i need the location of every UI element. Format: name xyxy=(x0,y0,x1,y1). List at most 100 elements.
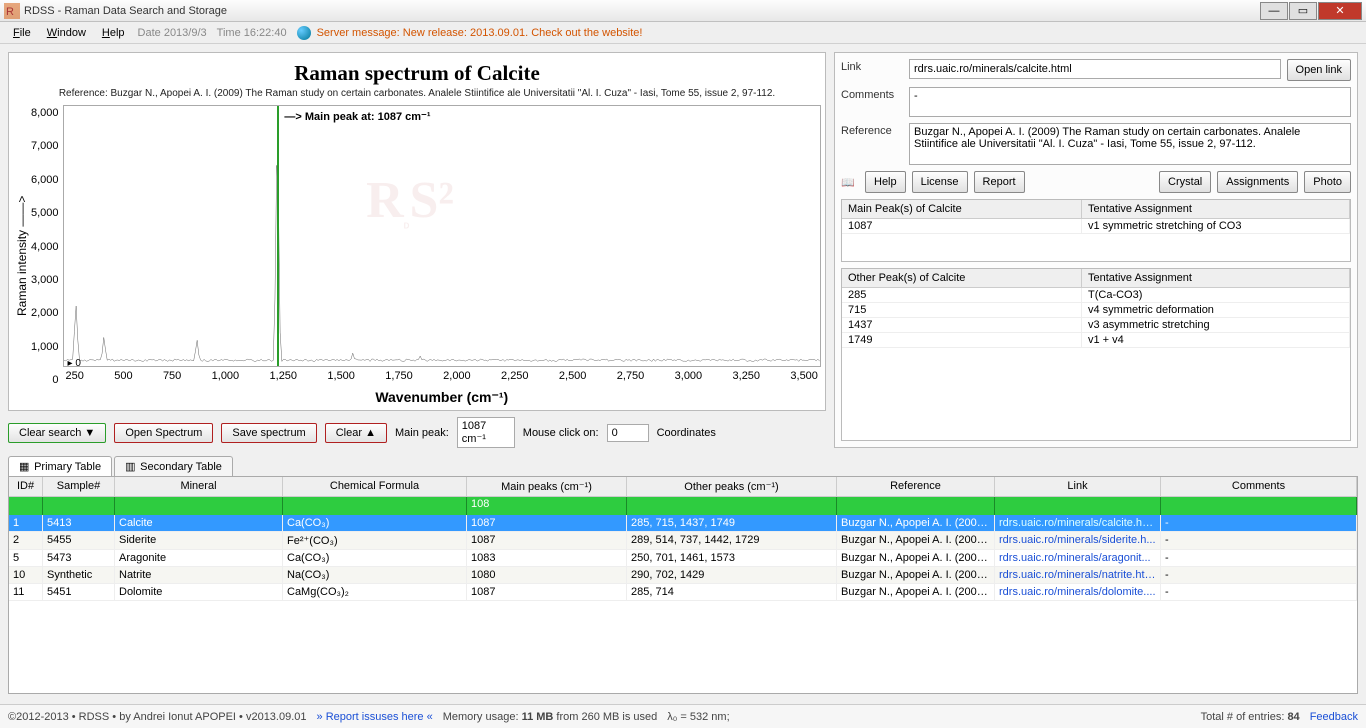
table-row[interactable]: 1749v1 + v4 xyxy=(842,333,1350,348)
data-grid: ID#Sample#MineralChemical FormulaMain pe… xyxy=(8,476,1358,694)
server-message: Server message: New release: 2013.09.01.… xyxy=(317,27,643,39)
column-header[interactable]: Comments xyxy=(1161,477,1357,496)
maximize-button[interactable]: ▭ xyxy=(1289,2,1317,20)
coordinates-label: Coordinates xyxy=(657,427,716,439)
column-header[interactable]: Sample# xyxy=(43,477,115,496)
column-header[interactable]: Chemical Formula xyxy=(283,477,467,496)
table-row[interactable]: 715v4 symmetric deformation xyxy=(842,303,1350,318)
book-icon: 📖 xyxy=(841,176,859,189)
table-row[interactable]: 55473AragoniteCa(CO₃)1083250, 701, 1461,… xyxy=(9,550,1357,567)
other-peaks-col1: Other Peak(s) of Calcite xyxy=(842,269,1082,287)
report-issues-link[interactable]: » Report issuses here « xyxy=(317,711,433,723)
status-bar: ©2012-2013 • RDSS • by Andrei Ionut APOP… xyxy=(0,704,1366,728)
comments-label: Comments xyxy=(841,87,903,101)
grid-header: ID#Sample#MineralChemical FormulaMain pe… xyxy=(9,477,1357,497)
reference-label: Reference xyxy=(841,123,903,137)
main-peak-field-label: Main peak: xyxy=(395,427,449,439)
filter-cell[interactable] xyxy=(115,497,283,515)
other-peaks-table: Other Peak(s) of CalciteTentative Assign… xyxy=(841,268,1351,441)
table-row[interactable]: 1087v1 symmetric stretching of CO3 xyxy=(842,219,1350,234)
menu-file[interactable]: File xyxy=(6,25,38,41)
menubar: File Window Help Date 2013/9/3 Time 16:2… xyxy=(0,22,1366,44)
close-button[interactable]: ✕ xyxy=(1318,2,1362,20)
svg-text:R: R xyxy=(6,6,14,18)
window-title: RDSS - Raman Data Search and Storage xyxy=(24,5,1260,17)
open-link-button[interactable]: Open link xyxy=(1287,59,1351,81)
x-axis-label: Wavenumber (cm⁻¹) xyxy=(63,389,821,406)
license-button[interactable]: License xyxy=(912,171,968,193)
report-button[interactable]: Report xyxy=(974,171,1025,193)
table-row[interactable]: 285T(Ca-CO3) xyxy=(842,288,1350,303)
y-axis-label: Raman intensity ——> xyxy=(13,105,31,406)
filter-cell[interactable] xyxy=(837,497,995,515)
plot-canvas[interactable]: RDS² —> Main peak at: 1087 cm⁻¹ ▸ 0 2505… xyxy=(63,105,821,367)
titlebar: R RDSS - Raman Data Search and Storage —… xyxy=(0,0,1366,22)
open-spectrum-button[interactable]: Open Spectrum xyxy=(114,423,213,443)
column-header[interactable]: Other peaks (cm⁻¹) xyxy=(627,477,837,496)
filter-cell[interactable] xyxy=(995,497,1161,515)
memory-usage: Memory usage: 11 MB from 260 MB is used xyxy=(443,711,658,723)
main-peaks-col1: Main Peak(s) of Calcite xyxy=(842,200,1082,218)
zero-label: ▸ 0 xyxy=(68,358,81,369)
mouse-click-input[interactable] xyxy=(607,424,649,442)
table-row[interactable]: 115451DolomiteCaMg(CO₃)₂1087285, 714Buzg… xyxy=(9,584,1357,601)
comments-textarea[interactable]: - xyxy=(909,87,1351,117)
minimize-button[interactable]: — xyxy=(1260,2,1288,20)
total-entries: Total # of entries: 84 xyxy=(1201,711,1300,723)
menu-help[interactable]: Help xyxy=(95,25,132,41)
reference-textarea[interactable]: Buzgar N., Apopei A. I. (2009) The Raman… xyxy=(909,123,1351,165)
main-peaks-col2: Tentative Assignment xyxy=(1082,200,1350,218)
filter-cell[interactable] xyxy=(283,497,467,515)
column-header[interactable]: Reference xyxy=(837,477,995,496)
other-peaks-col2: Tentative Assignment xyxy=(1082,269,1350,287)
table-icon: ▦ xyxy=(19,460,31,473)
save-spectrum-button[interactable]: Save spectrum xyxy=(221,423,316,443)
time-label: Time 16:22:40 xyxy=(213,27,291,39)
photo-button[interactable]: Photo xyxy=(1304,171,1351,193)
column-header[interactable]: ID# xyxy=(9,477,43,496)
link-input[interactable] xyxy=(909,59,1281,79)
link-label: Link xyxy=(841,59,903,73)
table-row[interactable]: 15413CalciteCa(CO₃)1087285, 715, 1437, 1… xyxy=(9,515,1357,532)
main-peak-value: 1087 cm⁻¹ xyxy=(457,417,515,448)
filter-cell[interactable] xyxy=(43,497,115,515)
lambda-label: λ₀ = 532 nm; xyxy=(667,711,729,723)
tab-secondary[interactable]: ▥ Secondary Table xyxy=(114,456,233,476)
table-row[interactable]: 10SyntheticNatriteNa(CO₃)1080290, 702, 1… xyxy=(9,567,1357,584)
feedback-link[interactable]: Feedback xyxy=(1310,711,1358,723)
grid-filter-row[interactable]: 108 xyxy=(9,497,1357,515)
menu-window[interactable]: Window xyxy=(40,25,93,41)
clear-button[interactable]: Clear ▲ xyxy=(325,423,387,443)
main-peak-label: —> Main peak at: 1087 cm⁻¹ xyxy=(284,110,430,123)
app-icon: R xyxy=(4,3,20,19)
column-header[interactable]: Link xyxy=(995,477,1161,496)
column-header[interactable]: Main peaks (cm⁻¹) xyxy=(467,477,627,496)
filter-cell[interactable] xyxy=(627,497,837,515)
filter-cell[interactable] xyxy=(9,497,43,515)
spectrum-plot: Raman spectrum of Calcite Reference: Buz… xyxy=(8,52,826,411)
plot-toolbar: Clear search ▼ Open Spectrum Save spectr… xyxy=(8,417,826,448)
plot-reference: Reference: Buzgar N., Apopei A. I. (2009… xyxy=(13,88,821,99)
globe-icon xyxy=(297,26,311,40)
table-tabs: ▦ Primary Table ▥ Secondary Table xyxy=(8,456,1358,476)
y-axis-ticks: 8,0007,0006,0005,0004,0003,0002,0001,000… xyxy=(31,105,63,406)
main-peak-line xyxy=(277,106,279,366)
plot-title: Raman spectrum of Calcite xyxy=(13,61,821,86)
date-label: Date 2013/9/3 xyxy=(134,27,211,39)
crystal-button[interactable]: Crystal xyxy=(1159,171,1211,193)
assignments-button[interactable]: Assignments xyxy=(1217,171,1298,193)
table-icon: ▥ xyxy=(125,460,137,473)
filter-cell[interactable]: 108 xyxy=(467,497,627,515)
column-header[interactable]: Mineral xyxy=(115,477,283,496)
grid-body[interactable]: 15413CalciteCa(CO₃)1087285, 715, 1437, 1… xyxy=(9,515,1357,693)
main-peaks-table: Main Peak(s) of CalciteTentative Assignm… xyxy=(841,199,1351,262)
tab-primary[interactable]: ▦ Primary Table xyxy=(8,456,112,476)
help-button[interactable]: Help xyxy=(865,171,906,193)
x-axis-ticks: 2505007501,0001,2501,5001,7502,0002,2502… xyxy=(64,370,820,382)
table-row[interactable]: 25455SideriteFe²⁺(CO₃)1087289, 514, 737,… xyxy=(9,532,1357,550)
filter-cell[interactable] xyxy=(1161,497,1357,515)
copyright: ©2012-2013 • RDSS • by Andrei Ionut APOP… xyxy=(8,711,307,723)
clear-search-button[interactable]: Clear search ▼ xyxy=(8,423,106,443)
table-row[interactable]: 1437v3 asymmetric stretching xyxy=(842,318,1350,333)
mouse-click-label: Mouse click on: xyxy=(523,427,599,439)
